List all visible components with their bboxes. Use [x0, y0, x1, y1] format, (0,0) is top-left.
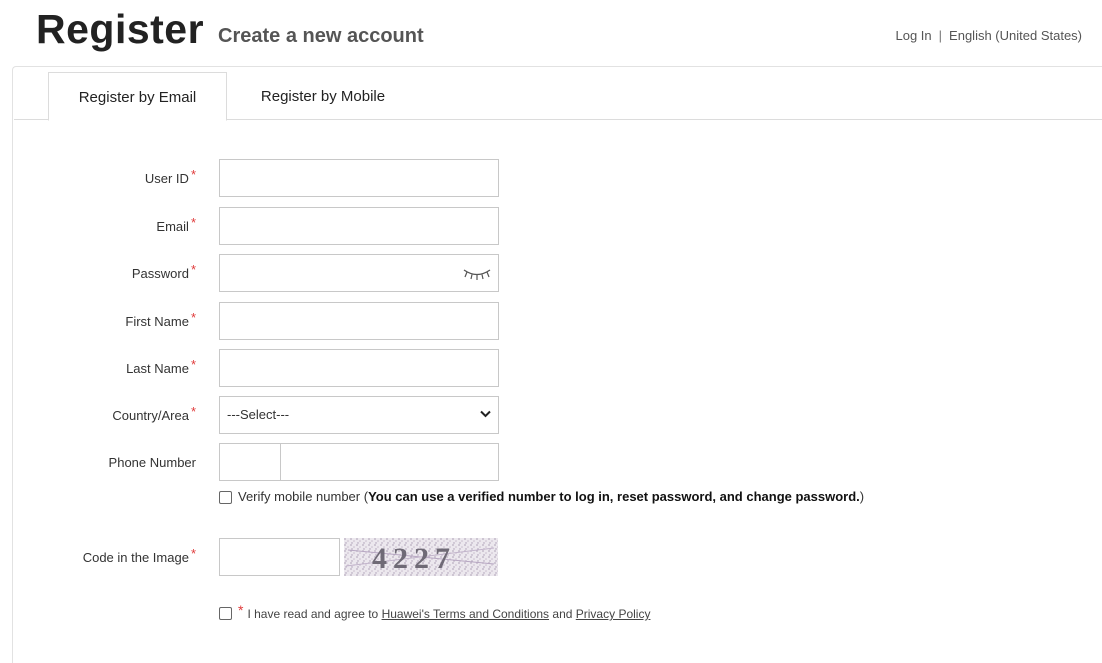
privacy-policy-link[interactable]: Privacy Policy [576, 607, 651, 621]
phone-label: Phone Number [108, 455, 196, 470]
required-mark: * [238, 602, 244, 618]
page-header: Register Create a new account Log In | Eng… [0, 0, 1102, 62]
required-mark: * [190, 215, 196, 230]
required-mark: * [190, 404, 196, 419]
agree-terms-text: * I have read and agree to Huawei's Terms… [238, 602, 651, 621]
password-input[interactable] [219, 254, 499, 292]
verify-mobile-checkbox[interactable] [219, 491, 232, 504]
country-select-value: ---Select--- [227, 407, 290, 422]
required-mark: * [190, 546, 196, 561]
email-input[interactable] [219, 207, 499, 245]
page-subtitle: Create a new account [218, 25, 424, 47]
last-name-row: Last Name * [0, 349, 1102, 387]
country-label: Country/Area * [112, 404, 196, 423]
tab-register-by-email[interactable]: Register by Email [48, 72, 227, 121]
language-selector[interactable]: English (United States) [949, 28, 1082, 43]
user-id-row: User ID * [0, 159, 1102, 197]
phone-number-input[interactable] [280, 443, 499, 481]
top-links: Log In | English (United States) [896, 28, 1083, 43]
captcha-code: 4227 [372, 542, 456, 575]
first-name-label: First Name * [125, 310, 196, 329]
user-id-input[interactable] [219, 159, 499, 197]
email-row: Email * [0, 207, 1102, 245]
link-separator: | [938, 28, 943, 43]
tab-register-by-mobile[interactable]: Register by Mobile [228, 72, 418, 121]
password-label: Password * [131, 262, 196, 281]
eye-closed-icon[interactable] [462, 265, 492, 281]
country-row: Country/Area * ---Select--- [0, 396, 1102, 434]
required-mark: * [190, 310, 196, 325]
page-title: Register [36, 6, 205, 52]
phone-row: Phone Number [0, 443, 1102, 481]
login-link[interactable]: Log In [896, 28, 932, 43]
captcha-image[interactable]: 4227 [344, 538, 498, 576]
chevron-down-icon [480, 410, 491, 418]
user-id-label: User ID * [144, 167, 196, 186]
email-label: Email * [156, 215, 196, 234]
agree-terms-checkbox[interactable] [219, 607, 232, 620]
first-name-row: First Name * [0, 302, 1102, 340]
captcha-label: Code in the Image * [82, 546, 196, 565]
required-mark: * [190, 167, 196, 182]
phone-country-code-input[interactable] [219, 443, 281, 481]
captcha-input[interactable] [219, 538, 340, 576]
last-name-input[interactable] [219, 349, 499, 387]
first-name-input[interactable] [219, 302, 499, 340]
verify-mobile-text: Verify mobile number (You can use a veri… [238, 489, 865, 504]
country-select[interactable]: ---Select--- [219, 396, 499, 434]
register-tabs: Register by Email Register by Mobile [14, 72, 1102, 121]
required-mark: * [190, 357, 196, 372]
last-name-label: Last Name * [126, 357, 196, 376]
required-mark: * [190, 262, 196, 277]
captcha-row: Code in the Image * [0, 538, 1102, 576]
terms-link[interactable]: Huawei's Terms and Conditions [382, 607, 549, 621]
password-row: Password * [0, 254, 1102, 292]
